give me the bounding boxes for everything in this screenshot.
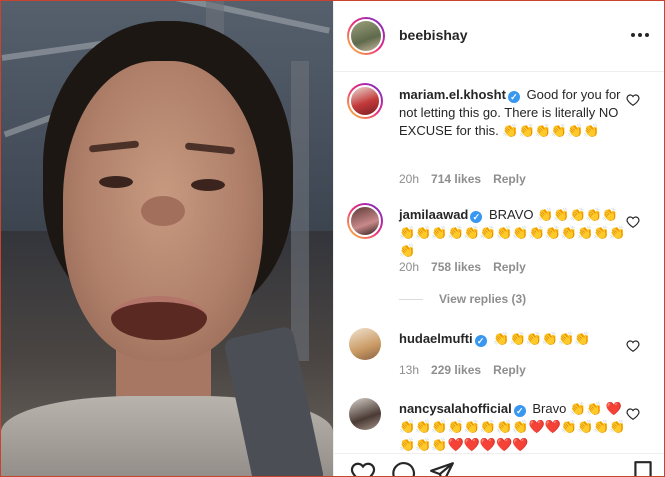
comment-text-block: mariam.el.khosht ✓ Good for you for not l…	[399, 86, 629, 140]
author-username[interactable]: beebishay	[399, 27, 467, 43]
reply-button[interactable]: Reply	[493, 172, 526, 186]
comment-item: nancysalahofficial ✓ Bravo 👏👏 ❤️👏👏👏👏👏👏👏👏❤…	[334, 397, 664, 454]
comment-likes[interactable]: 714 likes	[431, 172, 481, 186]
person-mouth	[111, 296, 207, 340]
verified-badge-icon: ✓	[470, 211, 483, 223]
verified-badge-icon: ✓	[513, 405, 526, 417]
right-brow	[184, 142, 236, 155]
comment-time[interactable]: 13h	[399, 363, 419, 377]
comment-username[interactable]: hudaelmufti	[399, 331, 473, 346]
post-window: beebishay mariam.el.khosht ✓ Good for you…	[0, 0, 665, 477]
comment-likes[interactable]: 758 likes	[431, 260, 481, 274]
comment-item: hudaelmufti ✓ 👏👏👏👏👏👏 13h 229 likes Reply	[334, 327, 664, 387]
commenter-avatar[interactable]	[349, 398, 381, 430]
person-nose	[141, 196, 185, 226]
heart-outline-icon[interactable]	[626, 215, 640, 229]
comment-meta: 20h 758 likes Reply	[399, 260, 526, 274]
view-replies-label: View replies (3)	[439, 292, 527, 306]
comment-time[interactable]: 20h	[399, 260, 419, 274]
comment-body: 👏👏👏👏👏👏	[493, 331, 591, 346]
comment-username[interactable]: jamilaawad	[399, 207, 468, 222]
commenter-avatar-image	[349, 85, 381, 117]
comment-bubble-icon[interactable]	[390, 460, 416, 477]
left-eye	[99, 176, 133, 188]
author-avatar-image	[349, 19, 383, 53]
reply-button[interactable]: Reply	[493, 363, 526, 377]
left-brow	[88, 140, 140, 153]
commenter-avatar[interactable]	[347, 203, 383, 239]
verified-badge-icon: ✓	[507, 91, 520, 103]
comment-meta: 13h 229 likes Reply	[399, 363, 526, 377]
bookmark-icon[interactable]	[630, 460, 656, 477]
comment-time[interactable]: 20h	[399, 172, 419, 186]
heart-outline-icon[interactable]	[350, 460, 376, 477]
post-action-bar	[334, 453, 664, 477]
heart-outline-icon[interactable]	[626, 339, 640, 353]
comment-text-block: hudaelmufti ✓ 👏👏👏👏👏👏	[399, 330, 629, 348]
post-header: beebishay	[334, 1, 664, 72]
comment-username[interactable]: nancysalahofficial	[399, 401, 512, 416]
comments-panel: beebishay mariam.el.khosht ✓ Good for you…	[333, 1, 664, 477]
heart-outline-icon[interactable]	[626, 93, 640, 107]
paper-plane-icon[interactable]	[429, 460, 455, 477]
post-video[interactable]	[1, 1, 333, 476]
pillar	[291, 61, 309, 361]
commenter-avatar[interactable]	[347, 83, 383, 119]
commenter-avatar[interactable]	[349, 328, 381, 360]
view-replies-button[interactable]: View replies (3)	[399, 292, 526, 306]
more-horizontal-icon[interactable]	[631, 27, 653, 43]
author-avatar[interactable]	[347, 17, 385, 55]
commenter-avatar-image	[349, 205, 381, 237]
comment-meta: 20h 714 likes Reply	[399, 172, 526, 186]
comment-text-block: nancysalahofficial ✓ Bravo 👏👏 ❤️👏👏👏👏👏👏👏👏❤…	[399, 400, 629, 454]
comment-text-block: jamilaawad ✓ BRAVO 👏👏👏👏👏👏👏👏👏👏👏👏👏👏👏👏👏👏👏👏	[399, 206, 629, 260]
comment-item: mariam.el.khosht ✓ Good for you for not l…	[334, 83, 664, 193]
right-eye	[191, 179, 225, 191]
replies-divider-line	[399, 298, 423, 300]
comment-username[interactable]: mariam.el.khosht	[399, 87, 506, 102]
reply-button[interactable]: Reply	[493, 260, 526, 274]
comment-likes[interactable]: 229 likes	[431, 363, 481, 377]
verified-badge-icon: ✓	[474, 335, 487, 347]
heart-outline-icon[interactable]	[626, 407, 640, 421]
